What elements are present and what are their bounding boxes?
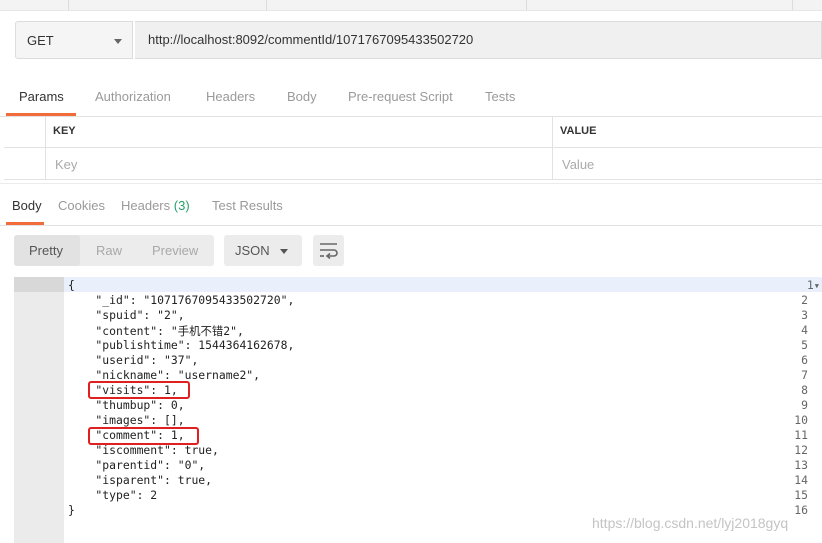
code-line: "content": "手机不错2",	[68, 324, 244, 338]
tab-pre-request-script[interactable]: Pre-request Script	[348, 89, 453, 104]
request-tabs: Params Authorization Headers Body Pre-re…	[0, 72, 822, 117]
code-line: "parentid": "0",	[68, 458, 206, 472]
tab-tests[interactable]: Tests	[485, 89, 515, 104]
line-number: 1▼	[806, 278, 819, 292]
tab-divider	[266, 0, 267, 10]
format-select[interactable]: JSON	[224, 235, 302, 266]
params-row-checkbox[interactable]	[4, 148, 46, 180]
params-value-header: VALUE	[553, 116, 822, 148]
line-number: 12	[794, 443, 808, 457]
params-key-input[interactable]: Key	[46, 148, 553, 180]
tab-divider	[68, 0, 69, 10]
tab-authorization[interactable]: Authorization	[95, 89, 171, 104]
tab-divider	[526, 0, 527, 10]
comment-highlight-box	[88, 427, 199, 445]
active-tab-indicator	[6, 222, 44, 225]
tab-headers[interactable]: Headers	[206, 89, 255, 104]
code-line: "spuid": "2",	[68, 308, 185, 322]
tab-response-headers[interactable]: Headers (3)	[121, 198, 190, 213]
raw-button[interactable]: Raw	[96, 243, 122, 258]
line-number: 6	[801, 353, 808, 367]
params-checkbox-column	[4, 116, 46, 148]
line-number: 11	[794, 428, 808, 442]
code-line: "nickname": "username2",	[68, 368, 261, 382]
fold-arrow-icon[interactable]: ▼	[815, 282, 819, 290]
code-line: "_id": "1071767095433502720",	[68, 293, 295, 307]
watermark: https://blog.csdn.net/lyj2018gyq	[592, 515, 789, 531]
line-number: 8	[801, 383, 808, 397]
params-key-header: KEY	[46, 116, 553, 148]
line-number: 2	[801, 293, 808, 307]
params-value-input[interactable]: Value	[553, 148, 822, 180]
code-line: "isparent": true,	[68, 473, 213, 487]
code-line: {	[68, 278, 75, 292]
line-number: 5	[801, 338, 808, 352]
line-number: 13	[794, 458, 808, 472]
line-number: 4	[801, 323, 808, 337]
line-number-gutter	[14, 277, 64, 543]
line-number: 14	[794, 473, 808, 487]
response-tabs: Body Cookies Headers (3) Test Results	[0, 183, 822, 226]
response-headers-label: Headers	[121, 198, 171, 213]
visits-highlight-box	[88, 381, 190, 399]
chevron-down-icon	[114, 39, 122, 44]
tab-test-results[interactable]: Test Results	[212, 198, 283, 213]
tab-response-body[interactable]: Body	[12, 198, 42, 213]
tab-cookies[interactable]: Cookies	[58, 198, 105, 213]
wrap-lines-icon	[320, 243, 338, 260]
pretty-button[interactable]: Pretty	[29, 243, 63, 258]
line-number: 3	[801, 308, 808, 322]
active-line-highlight	[64, 277, 822, 292]
preview-button[interactable]: Preview	[152, 243, 198, 258]
code-line: }	[68, 503, 75, 517]
method-label: GET	[27, 33, 54, 48]
line-number: 15	[794, 488, 808, 502]
code-line: "publishtime": 1544364162678,	[68, 338, 295, 352]
tab-divider	[792, 0, 793, 10]
params-table: KEY VALUE Key Value	[4, 116, 822, 180]
line-number: 9	[801, 398, 808, 412]
method-select[interactable]: GET	[15, 21, 133, 59]
code-line: "type": 2	[68, 488, 158, 502]
line-number: 10	[794, 413, 808, 427]
active-line-gutter	[14, 277, 64, 292]
code-line: "iscomment": true,	[68, 443, 219, 457]
chevron-down-icon	[280, 249, 288, 254]
wrap-lines-button[interactable]	[313, 235, 344, 266]
code-line: "userid": "37",	[68, 353, 199, 367]
top-tab-strip	[0, 0, 822, 11]
view-mode-toggle: Pretty Raw Preview	[14, 235, 214, 266]
headers-count-badge: (3)	[173, 198, 190, 213]
tab-params[interactable]: Params	[19, 89, 64, 104]
response-body-editor[interactable]: 1▼ 2 3 4 5 6 7 8 9 10 11 12 13 14 15 16 …	[14, 277, 822, 543]
format-label: JSON	[235, 243, 270, 258]
code-line: "images": [],	[68, 413, 185, 427]
code-line: "thumbup": 0,	[68, 398, 185, 412]
tab-body[interactable]: Body	[287, 89, 317, 104]
url-input[interactable]: http://localhost:8092/commentId/10717670…	[135, 21, 822, 59]
line-number: 7	[801, 368, 808, 382]
